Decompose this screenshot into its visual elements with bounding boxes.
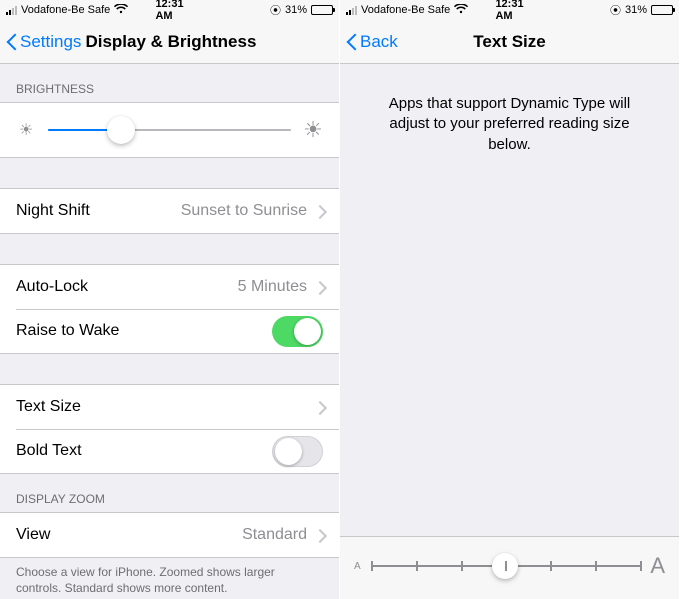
alarm-icon: ⦿	[270, 2, 281, 18]
view-label: View	[16, 526, 242, 544]
text-size-slider[interactable]	[371, 565, 641, 567]
carrier-label: Vodafone-Be Safe	[361, 4, 450, 16]
display-zoom-header: DISPLAY ZOOM	[0, 474, 339, 512]
display-zoom-footer: Choose a view for iPhone. Zoomed shows l…	[0, 558, 339, 599]
raise-to-wake-row: Raise to Wake	[0, 309, 339, 353]
slider-tick	[505, 561, 507, 571]
battery-percent: 31%	[625, 4, 647, 16]
screen-display-brightness: Vodafone-Be Safe 12:31 AM ⦿ 31% Settings…	[0, 0, 340, 599]
bold-text-toggle[interactable]	[272, 436, 323, 467]
auto-lock-row[interactable]: Auto-Lock 5 Minutes	[0, 265, 339, 309]
large-a-icon: A	[650, 553, 665, 579]
slider-thumb[interactable]	[107, 116, 135, 144]
carrier-label: Vodafone-Be Safe	[21, 4, 110, 16]
back-label: Back	[360, 32, 398, 52]
battery-icon	[651, 5, 673, 15]
text-size-slider-bar: A A	[340, 536, 679, 599]
screen-text-size: Vodafone-Be Safe 12:31 AM ⦿ 31% Back Tex…	[340, 0, 680, 599]
bold-text-label: Bold Text	[16, 442, 272, 460]
slider-tick	[416, 561, 418, 571]
text-size-label: Text Size	[16, 398, 315, 416]
night-shift-value: Sunset to Sunrise	[181, 202, 307, 220]
brightness-slider[interactable]	[48, 129, 291, 131]
chevron-left-icon	[6, 32, 18, 52]
brightness-slider-row: ☀︎ ☀︎	[0, 103, 339, 157]
wifi-icon	[114, 3, 128, 17]
battery-percent: 31%	[285, 4, 307, 16]
slider-tick	[640, 561, 642, 571]
slider-tick	[550, 561, 552, 571]
raise-to-wake-label: Raise to Wake	[16, 322, 272, 340]
auto-lock-value: 5 Minutes	[238, 278, 307, 296]
status-bar: Vodafone-Be Safe 12:31 AM ⦿ 31%	[340, 0, 679, 20]
back-label: Settings	[20, 32, 81, 52]
signal-icon	[346, 6, 357, 15]
view-value: Standard	[242, 526, 307, 544]
slider-tick	[371, 561, 373, 571]
text-size-row[interactable]: Text Size	[0, 385, 339, 429]
clock: 12:31 AM	[495, 0, 523, 22]
night-shift-row[interactable]: Night Shift Sunset to Sunrise	[0, 189, 339, 233]
bold-text-row: Bold Text	[0, 429, 339, 473]
slider-tick	[595, 561, 597, 571]
raise-to-wake-toggle[interactable]	[272, 316, 323, 347]
night-shift-label: Night Shift	[16, 202, 181, 220]
small-a-icon: A	[354, 561, 361, 572]
brightness-low-icon: ☀︎	[16, 120, 36, 140]
view-row[interactable]: View Standard	[0, 513, 339, 557]
chevron-right-icon	[315, 205, 323, 218]
battery-icon	[311, 5, 333, 15]
signal-icon	[6, 6, 17, 15]
page-title: Display & Brightness	[81, 32, 256, 52]
wifi-icon	[454, 3, 468, 17]
alarm-icon: ⦿	[610, 2, 621, 18]
brightness-high-icon: ☀︎	[303, 117, 323, 143]
slider-tick	[461, 561, 463, 571]
content: BRIGHTNESS ☀︎ ☀︎ Night Shift Sunset to S…	[0, 64, 339, 599]
chevron-right-icon	[315, 529, 323, 542]
text-size-description: Apps that support Dynamic Type will adju…	[340, 64, 679, 185]
content: Apps that support Dynamic Type will adju…	[340, 64, 679, 599]
nav-bar: Settings Display & Brightness	[0, 20, 339, 64]
nav-bar: Back Text Size	[340, 20, 679, 64]
back-button[interactable]: Back	[340, 32, 398, 52]
brightness-header: BRIGHTNESS	[0, 64, 339, 102]
chevron-left-icon	[346, 32, 358, 52]
auto-lock-label: Auto-Lock	[16, 278, 238, 296]
clock: 12:31 AM	[155, 0, 183, 22]
chevron-right-icon	[315, 401, 323, 414]
chevron-right-icon	[315, 281, 323, 294]
back-button[interactable]: Settings	[0, 32, 81, 52]
status-bar: Vodafone-Be Safe 12:31 AM ⦿ 31%	[0, 0, 339, 20]
